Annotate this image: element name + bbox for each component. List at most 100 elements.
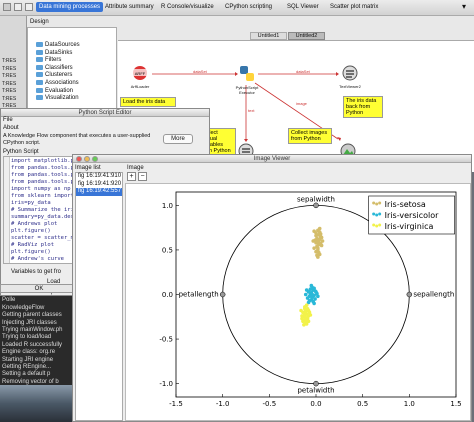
tree-item-filters[interactable]: Filters [36,57,80,65]
x-tick-label: -0.5 [262,400,276,408]
zoom-in-icon[interactable]: + [127,172,136,181]
left-strip-line: T:RES [2,73,17,79]
anchor-label: petallength [179,291,219,299]
data-point [314,249,318,254]
anchor-point [219,291,226,298]
ok-button[interactable]: OK [0,284,78,293]
image-list-item-selected[interactable]: fig 16:19:42:557 [76,188,122,196]
log-line: Setting a default p [2,371,51,378]
left-strip-line: T:RES [2,58,17,64]
y-tick-label: 1.0 [162,202,173,210]
zoom-out-icon[interactable]: − [138,172,147,181]
maximize-icon[interactable] [92,156,98,162]
y-tick-label: 0.5 [162,246,173,254]
toolbar-pointer-icon[interactable] [14,3,22,11]
tree-item-evaluation[interactable]: Evaluation [36,87,80,96]
tree-item-visualization[interactable]: Visualization [36,95,80,103]
image-list-item[interactable]: fig 16:19:41:910 [76,173,122,181]
edge-label: image [296,101,307,106]
code-editor[interactable]: import matplotlib.pyp from pandas.tools.p… [3,156,79,264]
tree-item-datasources[interactable]: DataSources [36,42,80,50]
image-list-item[interactable]: fig 16:19:41:920 [76,181,122,189]
image-list-label: Image list [75,165,101,171]
legend-marker [378,223,382,227]
tab-attribute-summary[interactable]: Attribute summary [102,2,157,12]
x-tick-label: 0.0 [310,400,321,408]
python-script-label: Python Script [3,149,39,155]
image-item-label: fig 16:19:41:910 [78,173,122,179]
data-point [308,287,313,291]
line-gutter [4,157,10,263]
data-point [317,240,321,244]
window-title: Image Viewer [253,156,291,162]
about-text: A Knowledge Flow component that executes… [3,133,151,146]
data-point [316,294,320,299]
left-strip-line: T:RES [2,80,17,87]
data-point [302,323,306,327]
tree-item-associations[interactable]: Associations [36,79,80,88]
legend-label: Iris-versicolor [385,211,439,220]
tree-item-label: Visualization [45,95,79,102]
tree-item-classifiers[interactable]: Classifiers [36,64,80,73]
left-strip-line: T:RES [2,88,17,94]
code-line: scatter = scatter_ma [11,235,78,241]
data-point [318,232,323,236]
legend-label: Iris-virginica [385,222,434,231]
legend-marker [378,212,382,216]
toolbar-toggle-icon[interactable] [3,3,11,11]
tab-scatter-plot-matrix[interactable]: Scatter plot matrix [327,2,381,12]
radviz-chart: -1.5 -1.0 -0.5 0.0 0.5 1.0 1.5 1.0 0.5 0.0 -0.5 -1.… [159,191,462,408]
tab-cpython-scripting[interactable]: CPython scripting [222,2,275,12]
arffloader-node[interactable]: ARFF [130,63,150,83]
tab-label: R Console/visualize [161,4,214,10]
dropdown-arrow-icon[interactable]: ▾ [462,2,466,11]
arrow-head [336,72,339,76]
x-tick-label: -1.5 [169,400,183,408]
minimize-icon[interactable] [84,156,90,162]
log-line: Loaded R successfully [2,341,63,348]
tab-label: Scatter plot matrix [330,4,379,10]
data-point [310,292,315,297]
data-point [319,235,324,240]
svg-text:ARFF: ARFF [135,71,146,76]
data-point [299,308,303,313]
data-point [312,246,316,250]
folder-icon [36,57,43,63]
tree-item-label: DataSources [45,42,80,49]
note-load-iris[interactable]: Load the iris data [120,97,176,107]
folder-icon [36,79,43,85]
tab-r-console[interactable]: R Console/visualize [158,2,217,12]
log-line: Engine class: org.re [2,349,56,356]
left-strip-line: T:RES [2,65,17,72]
flow-tab-untitled2[interactable]: Untitled2 [288,32,325,40]
desktop-photo [0,385,78,422]
image-viewer-window: Image Viewer Image list Image fig 16:19:… [72,154,472,422]
x-tick-label: -1.0 [216,400,230,408]
close-icon[interactable] [76,156,82,162]
tree-item-datasinks[interactable]: DataSinks [36,49,80,58]
more-button[interactable]: More [163,134,193,144]
textviewer2-node[interactable] [340,63,360,83]
data-point [300,316,304,321]
note-iris-back[interactable]: The iris data back from Python [343,96,383,118]
file-menu[interactable]: File [3,117,13,123]
folder-icon [36,87,43,93]
code-line: # RadViz plot [11,242,55,248]
flow-tab-untitled1[interactable]: Untitled1 [250,32,287,40]
data-point [303,292,308,297]
tree-item-clusterers[interactable]: Clusterers [36,72,80,80]
data-point [309,283,314,288]
x-tick-label: 0.5 [357,400,368,408]
toolbar-cut-icon[interactable] [25,3,33,11]
tab-data-mining-processes[interactable]: Data mining processes [36,2,104,12]
tab-sql-viewer[interactable]: SQL Viewer [284,2,322,12]
note-collect-images[interactable]: Collect images from Python [288,128,332,144]
tree-item-label: Filters [45,57,62,64]
code-line: from pandas.tools.plo [11,165,79,171]
code-line: from sklearn import [11,193,74,199]
legend-label: Iris-setosa [385,200,426,209]
tree-item-label: Classifiers [45,64,73,71]
image-list[interactable]: fig 16:19:41:910 fig 16:19:41:920 fig 16… [75,172,123,421]
python-script-executor-node[interactable] [237,64,257,84]
log-line: KnowledgeFlow [2,304,45,311]
